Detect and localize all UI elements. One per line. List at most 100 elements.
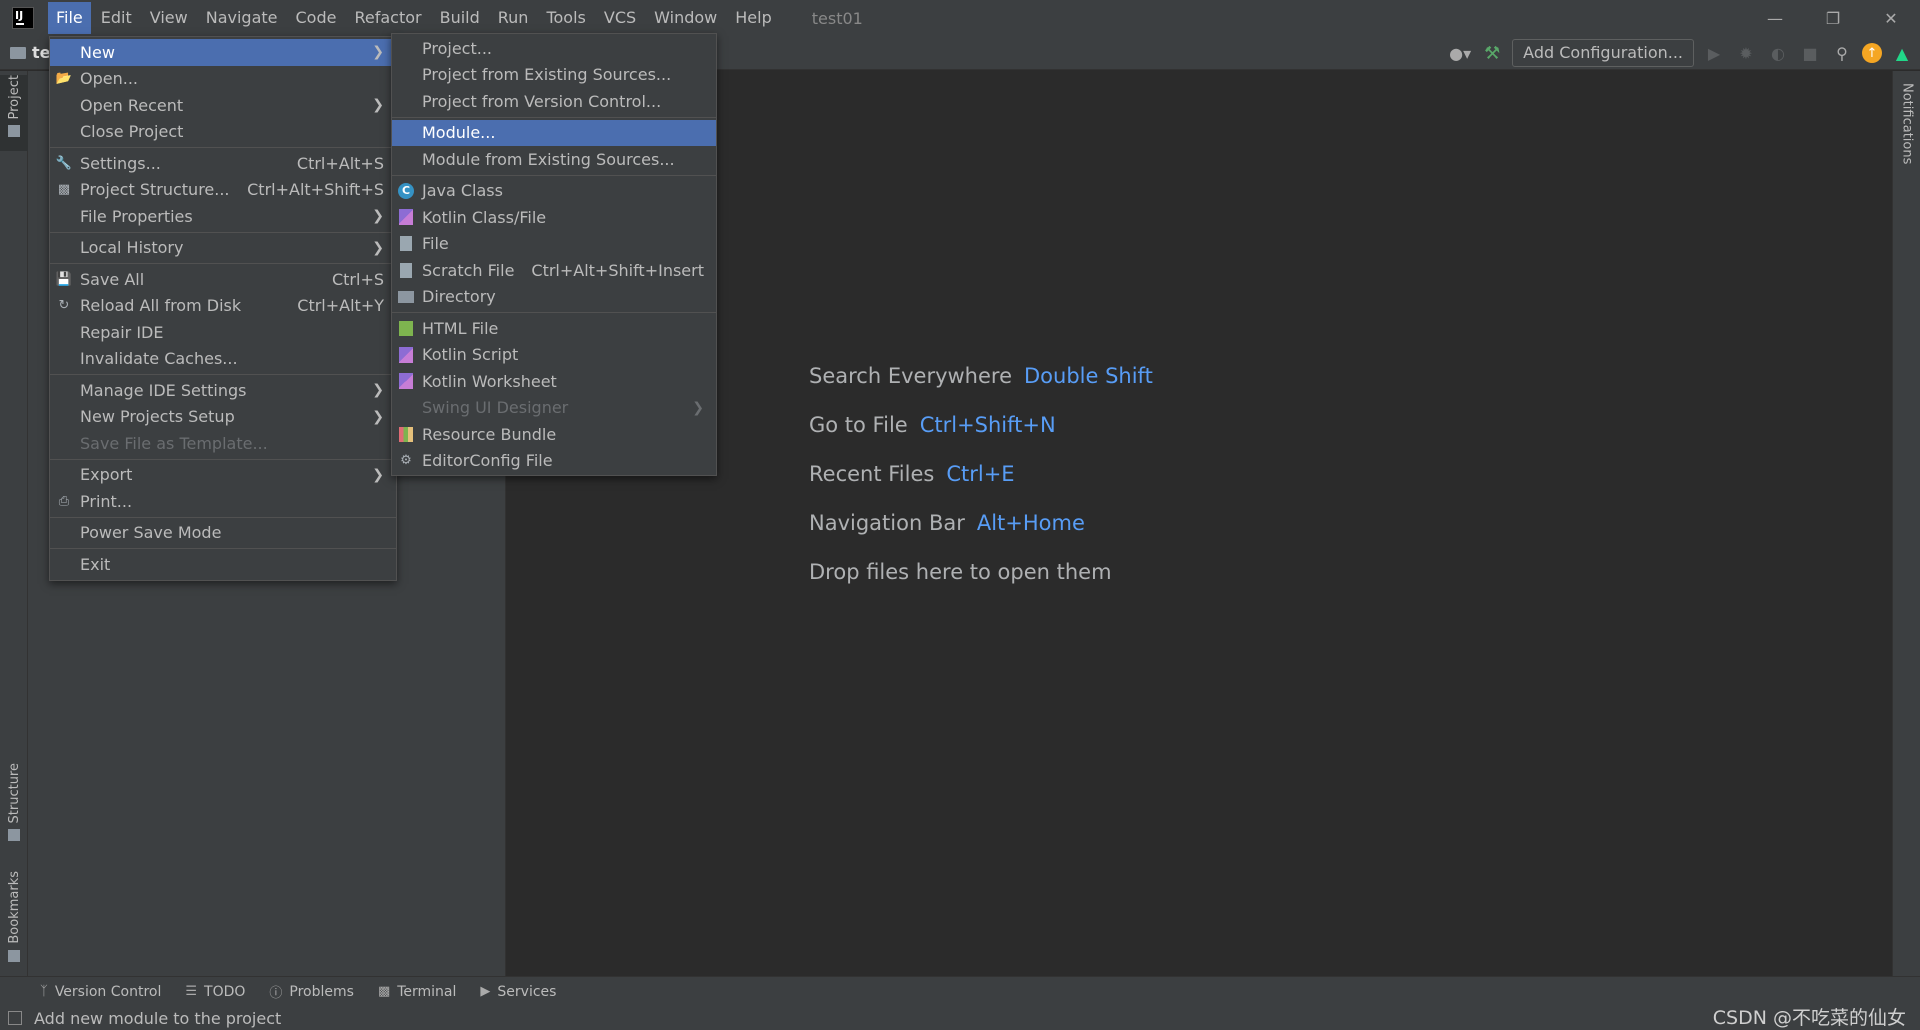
hint-shortcut: Alt+Home — [976, 511, 1085, 535]
menu-view[interactable]: View — [142, 2, 196, 34]
file-menu-project-structure[interactable]: ▩ Project Structure... Ctrl+Alt+Shift+S — [50, 177, 396, 204]
status-message: Add new module to the project — [34, 1008, 282, 1028]
reload-icon: ↻ — [58, 298, 70, 313]
file-menu-local-history[interactable]: Local History ❯ — [50, 235, 396, 262]
debug-icon[interactable]: ✹ — [1734, 41, 1758, 65]
new-project[interactable]: Project... — [392, 35, 716, 62]
menu-item-label: Kotlin Worksheet — [422, 371, 557, 391]
file-menu-reload-all[interactable]: ↻ Reload All from Disk Ctrl+Alt+Y — [50, 293, 396, 320]
tab-version-control[interactable]: ᛉ Version Control — [40, 984, 161, 1000]
menu-refactor[interactable]: Refactor — [346, 2, 429, 34]
menu-navigate[interactable]: Navigate — [198, 2, 286, 34]
menu-separator — [50, 516, 396, 518]
submenu-arrow-icon: ❯ — [372, 382, 384, 399]
file-menu-open-recent[interactable]: Open Recent ❯ — [50, 92, 396, 119]
new-directory[interactable]: Directory — [392, 284, 716, 311]
run-icon[interactable]: ▶ — [1702, 41, 1726, 65]
file-menu-exit[interactable]: Exit — [50, 551, 396, 578]
file-menu-settings[interactable]: 🔧 Settings... Ctrl+Alt+S — [50, 150, 396, 177]
project-tool-button[interactable]: Project — [0, 75, 28, 151]
menu-help[interactable]: Help — [727, 2, 779, 34]
branch-icon: ᛉ — [40, 984, 48, 999]
submenu-arrow-icon: ❯ — [372, 97, 384, 114]
notifications-tool-button[interactable]: Notifications — [1893, 83, 1920, 183]
new-project-from-existing[interactable]: Project from Existing Sources... — [392, 62, 716, 89]
tab-todo[interactable]: ☰ TODO — [185, 984, 245, 1000]
file-menu-close-project[interactable]: Close Project — [50, 119, 396, 146]
file-menu-save-all[interactable]: 💾 Save All Ctrl+S — [50, 266, 396, 293]
new-java-class[interactable]: C Java Class — [392, 178, 716, 205]
file-menu-manage-ide-settings[interactable]: Manage IDE Settings ❯ — [50, 377, 396, 404]
title-bar: File Edit View Navigate Code Refactor Bu… — [0, 0, 1920, 36]
file-menu-repair-ide[interactable]: Repair IDE — [50, 319, 396, 346]
menu-item-label: Print... — [80, 491, 133, 511]
new-module[interactable]: Module... — [392, 119, 716, 146]
menu-item-label: New — [80, 42, 115, 62]
file-menu-power-save-mode[interactable]: Power Save Mode — [50, 520, 396, 547]
html-file-icon — [398, 320, 414, 336]
hint-label: Navigation Bar — [809, 511, 965, 535]
file-menu-new[interactable]: New ❯ — [50, 39, 396, 66]
new-editorconfig-file[interactable]: ⚙ EditorConfig File — [392, 448, 716, 475]
new-resource-bundle[interactable]: Resource Bundle — [392, 421, 716, 448]
new-scratch-file[interactable]: Scratch File Ctrl+Alt+Shift+Insert — [392, 257, 716, 284]
new-kotlin-class[interactable]: Kotlin Class/File — [392, 204, 716, 231]
tool-windows-toggle-icon[interactable] — [8, 1011, 22, 1025]
menu-item-label: Scratch File — [422, 260, 515, 280]
close-button[interactable]: ✕ — [1862, 0, 1920, 36]
project-name: te — [32, 43, 51, 62]
hint-shortcut: Ctrl+E — [946, 462, 1015, 486]
tab-label: Problems — [289, 983, 354, 1000]
file-menu-file-properties[interactable]: File Properties ❯ — [50, 203, 396, 230]
menu-item-label: Reload All from Disk — [80, 296, 242, 316]
menu-edit[interactable]: Edit — [93, 2, 140, 34]
menu-separator — [392, 312, 716, 313]
user-icon[interactable]: ●▾ — [1448, 41, 1472, 65]
tab-services[interactable]: ▶ Services — [480, 984, 556, 1000]
menu-item-shortcut: Ctrl+Alt+Shift+S — [247, 180, 384, 200]
submenu-arrow-icon: ❯ — [372, 44, 384, 61]
menu-code[interactable]: Code — [288, 2, 345, 34]
file-menu-new-projects-setup[interactable]: New Projects Setup ❯ — [50, 404, 396, 431]
file-menu-print[interactable]: ⎙ Print... — [50, 488, 396, 515]
menu-item-label: New Projects Setup — [80, 407, 235, 427]
new-html-file[interactable]: HTML File — [392, 315, 716, 342]
project-breadcrumb[interactable]: te — [10, 43, 51, 62]
jetbrains-toolbox-icon[interactable]: ▲ — [1890, 41, 1914, 65]
structure-tool-button[interactable]: Structure — [0, 763, 28, 843]
menu-tools[interactable]: Tools — [538, 2, 593, 34]
new-project-from-vcs[interactable]: Project from Version Control... — [392, 88, 716, 115]
restore-button[interactable]: ❐ — [1804, 0, 1862, 36]
menu-run[interactable]: Run — [490, 2, 537, 34]
new-module-from-existing[interactable]: Module from Existing Sources... — [392, 146, 716, 173]
search-icon[interactable]: ⚲ — [1830, 41, 1854, 65]
editor-hints: Search Everywhere Double Shift Go to Fil… — [809, 364, 1153, 609]
tab-problems[interactable]: ⓘ Problems — [269, 982, 354, 1002]
add-configuration-button[interactable]: Add Configuration... — [1512, 39, 1694, 67]
bookmarks-tool-button[interactable]: Bookmarks — [0, 871, 28, 965]
menu-file[interactable]: File — [48, 2, 91, 34]
tab-label: TODO — [204, 983, 246, 1000]
file-menu-export[interactable]: Export ❯ — [50, 462, 396, 489]
build-hammer-icon[interactable]: ⚒ — [1480, 41, 1504, 65]
new-kotlin-script[interactable]: Kotlin Script — [392, 342, 716, 369]
file-menu-open[interactable]: 📂 Open... — [50, 66, 396, 93]
file-menu-invalidate-caches[interactable]: Invalidate Caches... — [50, 346, 396, 373]
menu-item-label: Project Structure... — [80, 180, 230, 200]
menu-vcs[interactable]: VCS — [596, 2, 644, 34]
new-file[interactable]: File — [392, 231, 716, 258]
menu-build[interactable]: Build — [432, 2, 488, 34]
update-icon[interactable]: ↑ — [1862, 43, 1882, 63]
coverage-icon[interactable]: ◐ — [1766, 41, 1790, 65]
new-kotlin-worksheet[interactable]: Kotlin Worksheet — [392, 368, 716, 395]
stop-icon[interactable]: ■ — [1798, 41, 1822, 65]
menu-item-label: Directory — [422, 287, 496, 307]
menu-item-label: Module... — [422, 123, 496, 143]
list-icon: ☰ — [185, 984, 198, 999]
tab-terminal[interactable]: ▩ Terminal — [378, 984, 456, 1000]
menu-separator — [50, 548, 396, 549]
minimize-button[interactable]: — — [1746, 0, 1804, 36]
menu-window[interactable]: Window — [646, 2, 725, 34]
submenu-arrow-icon: ❯ — [372, 239, 384, 256]
submenu-arrow-icon: ❯ — [372, 208, 384, 225]
